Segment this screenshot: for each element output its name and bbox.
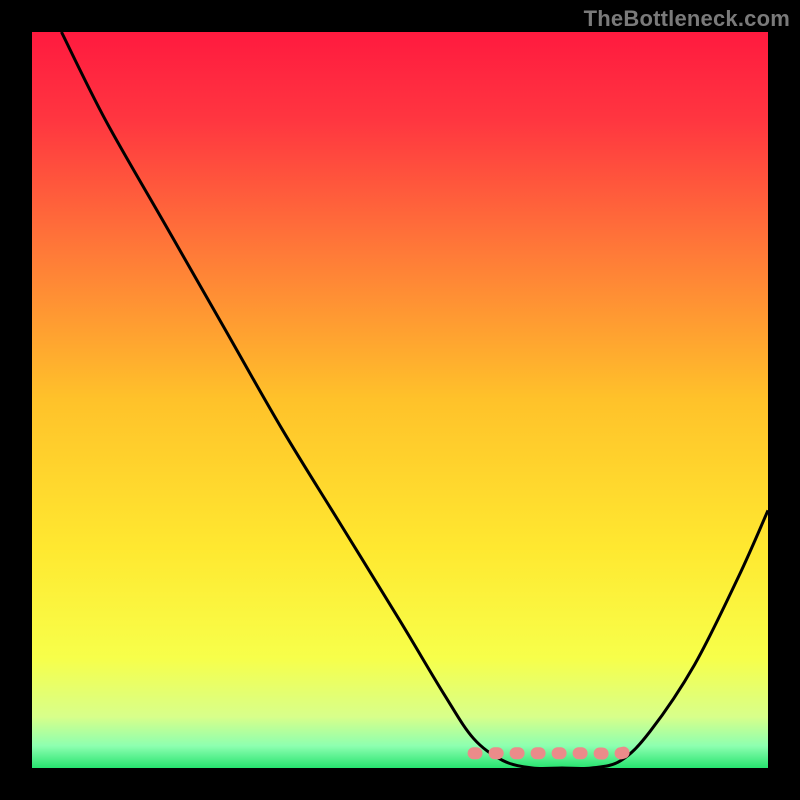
chart-frame: TheBottleneck.com [0, 0, 800, 800]
plot-area [32, 32, 768, 768]
bottleneck-chart [32, 32, 768, 768]
gradient-background [32, 32, 768, 768]
watermark-text: TheBottleneck.com [584, 6, 790, 32]
